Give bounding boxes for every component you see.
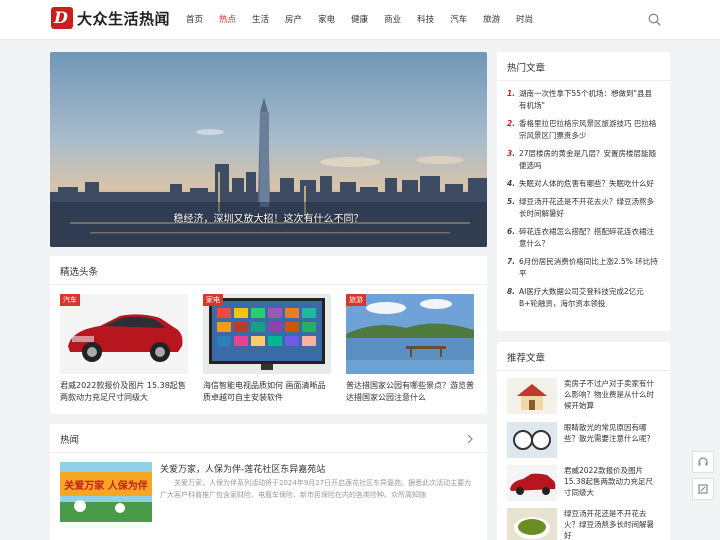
panel-title: 推荐文章 <box>507 353 546 364</box>
site-header: D 大众生活热闻 首页 热点 生活 房产 家电 健康 商业 科技 汽车 旅游 时尚 <box>0 0 720 40</box>
search-icon[interactable] <box>648 13 661 26</box>
hot-article-title[interactable]: 湖南一次性拿下55个机场：想做到"县县有机场" <box>519 88 659 112</box>
featured-card[interactable]: 家电 海信智能电视品质如何 画面清晰品质卓越可自主安装软件 <box>203 294 331 404</box>
house-thumb <box>507 378 557 414</box>
recommended-item[interactable]: 眼睛散光的常见原因有哪些？散光需要注意什么呢？ <box>507 422 659 460</box>
logo-text: 大众生活热闻 <box>77 9 171 28</box>
hot-section: 热闻 关爱万家 人保为伴 关爱万家，人保为伴-莲花社区东异嘉苑站 关爱万家，人保… <box>50 424 487 540</box>
site-logo[interactable]: D 大众生活热闻 <box>51 7 170 29</box>
edit-icon <box>698 484 708 494</box>
recommended-title[interactable]: 绿豆汤开花还是不开花去火？绿豆汤熬多长时间解暑好 <box>564 508 659 540</box>
nav-item[interactable]: 生活 <box>252 0 269 40</box>
hot-article-title[interactable]: 失眠对人体的危害有哪些？失眠吃什么好 <box>519 178 654 190</box>
category-tag: 旅游 <box>346 294 366 306</box>
nav-item[interactable]: 旅游 <box>483 0 500 40</box>
headset-icon <box>698 457 708 466</box>
divider <box>497 370 670 371</box>
featured-caption[interactable]: 君威2022款报价及图片 15.38起售 两款动力充足尺寸同级大 <box>60 380 188 404</box>
hot-article-title[interactable]: 香格里拉巴拉格宗风景区旅游技巧 巴拉格宗风景区门票贵多少 <box>519 118 659 142</box>
recommended-item[interactable]: 君威2022款报价及图片 15.38起售两款动力充足尺寸同级大 <box>507 465 659 503</box>
hero-banner[interactable]: 稳经济，深圳又放大招！这次有什么不同？ <box>50 52 487 247</box>
hot-article-title[interactable]: 碎花连衣裙怎么搭配？搭配碎花连衣裙注意什么？ <box>519 226 659 250</box>
hot-article-item[interactable]: 1. 湖南一次性拿下55个机场：想做到"县县有机场" <box>507 88 659 112</box>
nav-item[interactable]: 时尚 <box>516 0 533 40</box>
featured-card[interactable]: 汽车 君威2022款报价及图片 15.38起售 两款动力充足尺寸同级大 <box>60 294 188 404</box>
panel-title: 热门文章 <box>507 63 546 74</box>
nav-item[interactable]: 家电 <box>318 0 335 40</box>
nav-item[interactable]: 科技 <box>417 0 434 40</box>
bean-soup-thumb <box>507 508 557 540</box>
car-image: 汽车 <box>60 294 188 374</box>
category-tag: 汽车 <box>60 294 80 306</box>
hot-article-item[interactable]: 4. 失眠对人体的危害有哪些？失眠吃什么好 <box>507 178 659 190</box>
hot-item-image[interactable]: 关爱万家 人保为伴 <box>60 462 152 522</box>
hot-article-item[interactable]: 3. 27层楼房的黄金是几层？安置房楼层能随便选吗 <box>507 148 659 172</box>
hot-article-title[interactable]: AI医疗大数据公司艾登科技完成2亿元B+轮融资，海尔资本领投 <box>519 286 659 310</box>
rank-number: 3. <box>507 149 516 158</box>
rank-number: 8. <box>507 287 516 296</box>
section-title: 热闻 <box>60 435 80 446</box>
tv-image: 家电 <box>203 294 331 374</box>
hot-article-item[interactable]: 6. 碎花连衣裙怎么搭配？搭配碎花连衣裙注意什么？ <box>507 226 659 250</box>
nav-item[interactable]: 热点 <box>219 0 236 40</box>
hot-item-summary: 关爱万家，人保为伴系列活动将于2024年9月27日开启莲花社区东异嘉苑。据悉此次… <box>160 479 472 499</box>
hot-article-item[interactable]: 7. 6月份居民消费价格同比上涨2.5% 环比持平 <box>507 256 659 280</box>
nav-item[interactable]: 房产 <box>285 0 302 40</box>
recommended-title[interactable]: 眼睛散光的常见原因有哪些？散光需要注意什么呢？ <box>564 422 659 444</box>
nav-item[interactable]: 商业 <box>384 0 401 40</box>
recommended-item[interactable]: 卖房子不过户对于卖家有什么影响？物业费是从什么时候开始算 <box>507 378 659 416</box>
divider <box>50 284 487 285</box>
main-nav: 首页 热点 生活 房产 家电 健康 商业 科技 汽车 旅游 时尚 <box>186 0 549 40</box>
hot-article-title[interactable]: 绿豆汤开花还是不开花去火？绿豆汤熬多长时间解暑好 <box>519 196 659 220</box>
lake-image: 旅游 <box>346 294 474 374</box>
rank-number: 2. <box>507 119 516 128</box>
recommended-title[interactable]: 卖房子不过户对于卖家有什么影响？物业费是从什么时候开始算 <box>564 378 659 411</box>
featured-card[interactable]: 旅游 普达措国家公园有哪些景点？游览普达措国家公园注意什么 <box>346 294 474 404</box>
nav-item[interactable]: 首页 <box>186 0 203 40</box>
banner-caption[interactable]: 稳经济，深圳又放大招！这次有什么不同？ <box>50 210 487 225</box>
hot-article-item[interactable]: 8. AI医疗大数据公司艾登科技完成2亿元B+轮融资，海尔资本领投 <box>507 286 659 310</box>
section-title: 精选头条 <box>60 267 99 278</box>
hot-item-headline[interactable]: 关爱万家，人保为伴-莲花社区东异嘉苑站 <box>160 462 325 475</box>
rank-number: 1. <box>507 89 516 98</box>
glasses-thumb <box>507 422 557 458</box>
featured-caption[interactable]: 普达措国家公园有哪些景点？游览普达措国家公园注意什么 <box>346 380 474 404</box>
featured-caption[interactable]: 海信智能电视品质如何 画面清晰品质卓越可自主安装软件 <box>203 380 331 404</box>
hot-article-title[interactable]: 27层楼房的黄金是几层？安置房楼层能随便选吗 <box>519 148 659 172</box>
hot-article-item[interactable]: 2. 香格里拉巴拉格宗风景区旅游技巧 巴拉格宗风景区门票贵多少 <box>507 118 659 142</box>
divider <box>497 80 670 81</box>
hot-article-title[interactable]: 6月份居民消费价格同比上涨2.5% 环比持平 <box>519 256 659 280</box>
recommended-panel: 推荐文章 卖房子不过户对于卖家有什么影响？物业费是从什么时候开始算 眼睛散光的常… <box>497 342 670 540</box>
featured-section: 精选头条 汽车 君威2022款报价及图片 15.38起售 两款动力充足尺寸同级大 <box>50 256 487 414</box>
nav-item[interactable]: 健康 <box>351 0 368 40</box>
logo-icon: D <box>51 7 73 29</box>
recommended-title[interactable]: 君威2022款报价及图片 15.38起售两款动力充足尺寸同级大 <box>564 465 659 498</box>
divider <box>50 452 487 453</box>
recommended-item[interactable]: 绿豆汤开花还是不开花去火？绿豆汤熬多长时间解暑好 <box>507 508 659 540</box>
feedback-button[interactable] <box>692 478 714 500</box>
hot-article-item[interactable]: 5. 绿豆汤开花还是不开花去火？绿豆汤熬多长时间解暑好 <box>507 196 659 220</box>
rank-number: 6. <box>507 227 516 236</box>
svg-text:关爱万家 人保为伴: 关爱万家 人保为伴 <box>64 479 147 492</box>
hot-articles-panel: 热门文章 1. 湖南一次性拿下55个机场：想做到"县县有机场" 2. 香格里拉巴拉格宗… <box>497 52 670 331</box>
rank-number: 5. <box>507 197 516 206</box>
nav-item[interactable]: 汽车 <box>450 0 467 40</box>
car-thumb <box>507 465 557 501</box>
category-tag: 家电 <box>203 294 223 306</box>
support-button[interactable] <box>692 451 714 473</box>
rank-number: 4. <box>507 179 516 188</box>
rank-number: 7. <box>507 257 516 266</box>
chevron-right-icon[interactable] <box>466 434 474 444</box>
hot-articles-list: 1. 湖南一次性拿下55个机场：想做到"县县有机场" 2. 香格里拉巴拉格宗风景区旅游… <box>507 88 659 316</box>
